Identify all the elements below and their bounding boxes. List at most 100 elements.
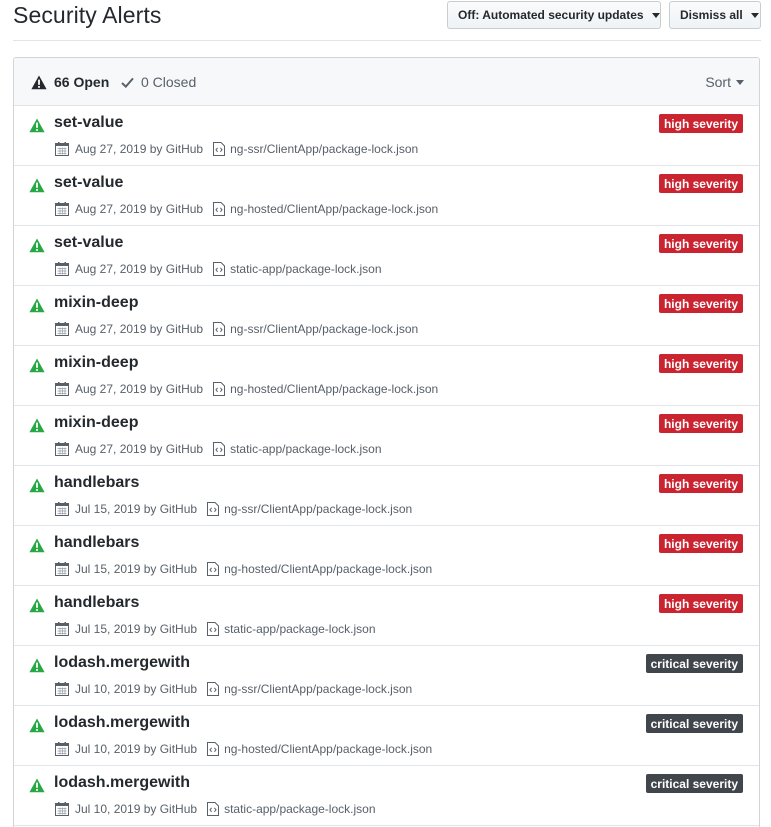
caret-down-icon	[736, 79, 744, 85]
alert-date: Aug 27, 2019 by GitHub	[75, 442, 204, 456]
alert-date: Jul 10, 2019 by GitHub	[75, 682, 198, 696]
open-count-label: 66 Open	[54, 74, 110, 90]
package-name-link[interactable]: handlebars	[54, 594, 139, 612]
package-name-link[interactable]: lodash.mergewith	[54, 654, 190, 672]
package-name-link[interactable]: lodash.mergewith	[54, 774, 190, 792]
alert-icon	[29, 598, 45, 613]
page-header: Security Alerts Off: Automated security …	[0, 0, 771, 41]
alert-meta: Aug 27, 2019 by GitHub ng-ssr/ClientApp/…	[55, 140, 418, 158]
package-name-link[interactable]: set-value	[54, 234, 123, 252]
package-name-link[interactable]: lodash.mergewith	[54, 714, 190, 732]
manifest-path: ng-ssr/ClientApp/package-lock.json	[224, 682, 413, 696]
alert-meta: Aug 27, 2019 by GitHub static-app/packag…	[55, 260, 382, 278]
closed-filter-tab[interactable]: 0 Closed	[121, 58, 196, 106]
severity-badge: high severity	[658, 594, 743, 613]
alert-icon	[29, 358, 45, 373]
manifest-path: static-app/package-lock.json	[230, 262, 382, 276]
alert-row[interactable]: handlebars Jul 15, 2019 by GitHub ng-ssr…	[14, 466, 759, 526]
package-name-link[interactable]: mixin-deep	[54, 294, 138, 312]
caret-down-icon	[651, 12, 660, 18]
calendar-icon	[55, 502, 69, 516]
file-code-icon	[207, 562, 220, 576]
manifest-path: static-app/package-lock.json	[230, 442, 382, 456]
severity-badge: high severity	[658, 534, 743, 553]
alert-meta: Jul 10, 2019 by GitHub ng-ssr/ClientApp/…	[55, 680, 412, 698]
manifest-path: static-app/package-lock.json	[224, 622, 376, 636]
open-filter-tab[interactable]: 66 Open	[31, 58, 109, 106]
page-title: Security Alerts	[13, 2, 162, 28]
alert-meta: Jul 10, 2019 by GitHub static-app/packag…	[55, 800, 376, 818]
alert-icon	[29, 238, 45, 253]
package-name-link[interactable]: handlebars	[54, 474, 139, 492]
alerts-list: set-value Aug 27, 2019 by GitHub ng-ssr/…	[14, 106, 759, 826]
file-code-icon	[213, 382, 226, 396]
alerts-list-header: 66 Open 0 Closed Sort	[14, 58, 759, 106]
manifest-path: ng-hosted/ClientApp/package-lock.json	[230, 382, 439, 396]
package-name-link[interactable]: set-value	[54, 114, 123, 132]
manifest-path: ng-hosted/ClientApp/package-lock.json	[230, 202, 439, 216]
alert-date: Aug 27, 2019 by GitHub	[75, 382, 204, 396]
alert-date: Jul 10, 2019 by GitHub	[75, 802, 198, 816]
file-code-icon	[213, 202, 226, 216]
alert-row[interactable]: lodash.mergewith Jul 10, 2019 by GitHub …	[14, 766, 759, 826]
calendar-icon	[55, 562, 69, 576]
package-name-link[interactable]: mixin-deep	[54, 414, 138, 432]
package-name-link[interactable]: handlebars	[54, 534, 139, 552]
manifest-path: static-app/package-lock.json	[224, 802, 376, 816]
sort-label: Sort	[705, 74, 731, 90]
check-icon	[121, 77, 134, 88]
alert-meta: Aug 27, 2019 by GitHub ng-ssr/ClientApp/…	[55, 320, 418, 338]
alert-row[interactable]: lodash.mergewith Jul 10, 2019 by GitHub …	[14, 706, 759, 766]
calendar-icon	[55, 322, 69, 336]
severity-badge: critical severity	[645, 654, 743, 673]
caret-down-icon	[750, 12, 759, 18]
alert-row[interactable]: handlebars Jul 15, 2019 by GitHub ng-hos…	[14, 526, 759, 586]
dismiss-all-label: Dismiss all	[680, 8, 743, 22]
alert-icon	[29, 118, 45, 133]
alert-row[interactable]: mixin-deep Aug 27, 2019 by GitHub static…	[14, 406, 759, 466]
alert-row[interactable]: set-value Aug 27, 2019 by GitHub static-…	[14, 226, 759, 286]
alert-date: Jul 10, 2019 by GitHub	[75, 742, 198, 756]
dismiss-all-button[interactable]: Dismiss all	[669, 1, 761, 29]
alert-icon	[29, 298, 45, 313]
calendar-icon	[55, 802, 69, 816]
package-name-link[interactable]: set-value	[54, 174, 123, 192]
alert-row[interactable]: mixin-deep Aug 27, 2019 by GitHub ng-hos…	[14, 346, 759, 406]
calendar-icon	[55, 442, 69, 456]
file-code-icon	[213, 142, 226, 156]
alert-icon	[31, 75, 47, 89]
closed-count-label: 0 Closed	[141, 74, 197, 90]
calendar-icon	[55, 202, 69, 216]
alert-row[interactable]: mixin-deep Aug 27, 2019 by GitHub ng-ssr…	[14, 286, 759, 346]
sort-dropdown[interactable]: Sort	[705, 58, 744, 106]
package-name-link[interactable]: mixin-deep	[54, 354, 138, 372]
manifest-path: ng-ssr/ClientApp/package-lock.json	[230, 322, 419, 336]
file-code-icon	[207, 742, 220, 756]
severity-badge: high severity	[658, 414, 743, 433]
alert-date: Aug 27, 2019 by GitHub	[75, 322, 204, 336]
file-code-icon	[207, 502, 220, 516]
alert-meta: Aug 27, 2019 by GitHub static-app/packag…	[55, 440, 382, 458]
alert-date: Jul 15, 2019 by GitHub	[75, 562, 198, 576]
alert-row[interactable]: lodash.mergewith Jul 10, 2019 by GitHub …	[14, 646, 759, 706]
manifest-path: ng-hosted/ClientApp/package-lock.json	[224, 742, 433, 756]
alert-row[interactable]: set-value Aug 27, 2019 by GitHub ng-host…	[14, 166, 759, 226]
alert-meta: Jul 10, 2019 by GitHub ng-hosted/ClientA…	[55, 740, 432, 758]
alert-icon	[29, 418, 45, 433]
alert-meta: Jul 15, 2019 by GitHub static-app/packag…	[55, 620, 376, 638]
severity-badge: high severity	[658, 114, 743, 133]
severity-badge: critical severity	[645, 774, 743, 793]
alert-row[interactable]: handlebars Jul 15, 2019 by GitHub static…	[14, 586, 759, 646]
alert-icon	[29, 178, 45, 193]
manifest-path: ng-hosted/ClientApp/package-lock.json	[224, 562, 433, 576]
calendar-icon	[55, 622, 69, 636]
alert-icon	[29, 658, 45, 673]
calendar-icon	[55, 682, 69, 696]
automated-updates-button[interactable]: Off: Automated security updates	[447, 1, 661, 29]
alert-row[interactable]: set-value Aug 27, 2019 by GitHub ng-ssr/…	[14, 106, 759, 166]
file-code-icon	[213, 262, 226, 276]
severity-badge: high severity	[658, 234, 743, 253]
file-code-icon	[207, 682, 220, 696]
alert-icon	[29, 478, 45, 493]
calendar-icon	[55, 142, 69, 156]
